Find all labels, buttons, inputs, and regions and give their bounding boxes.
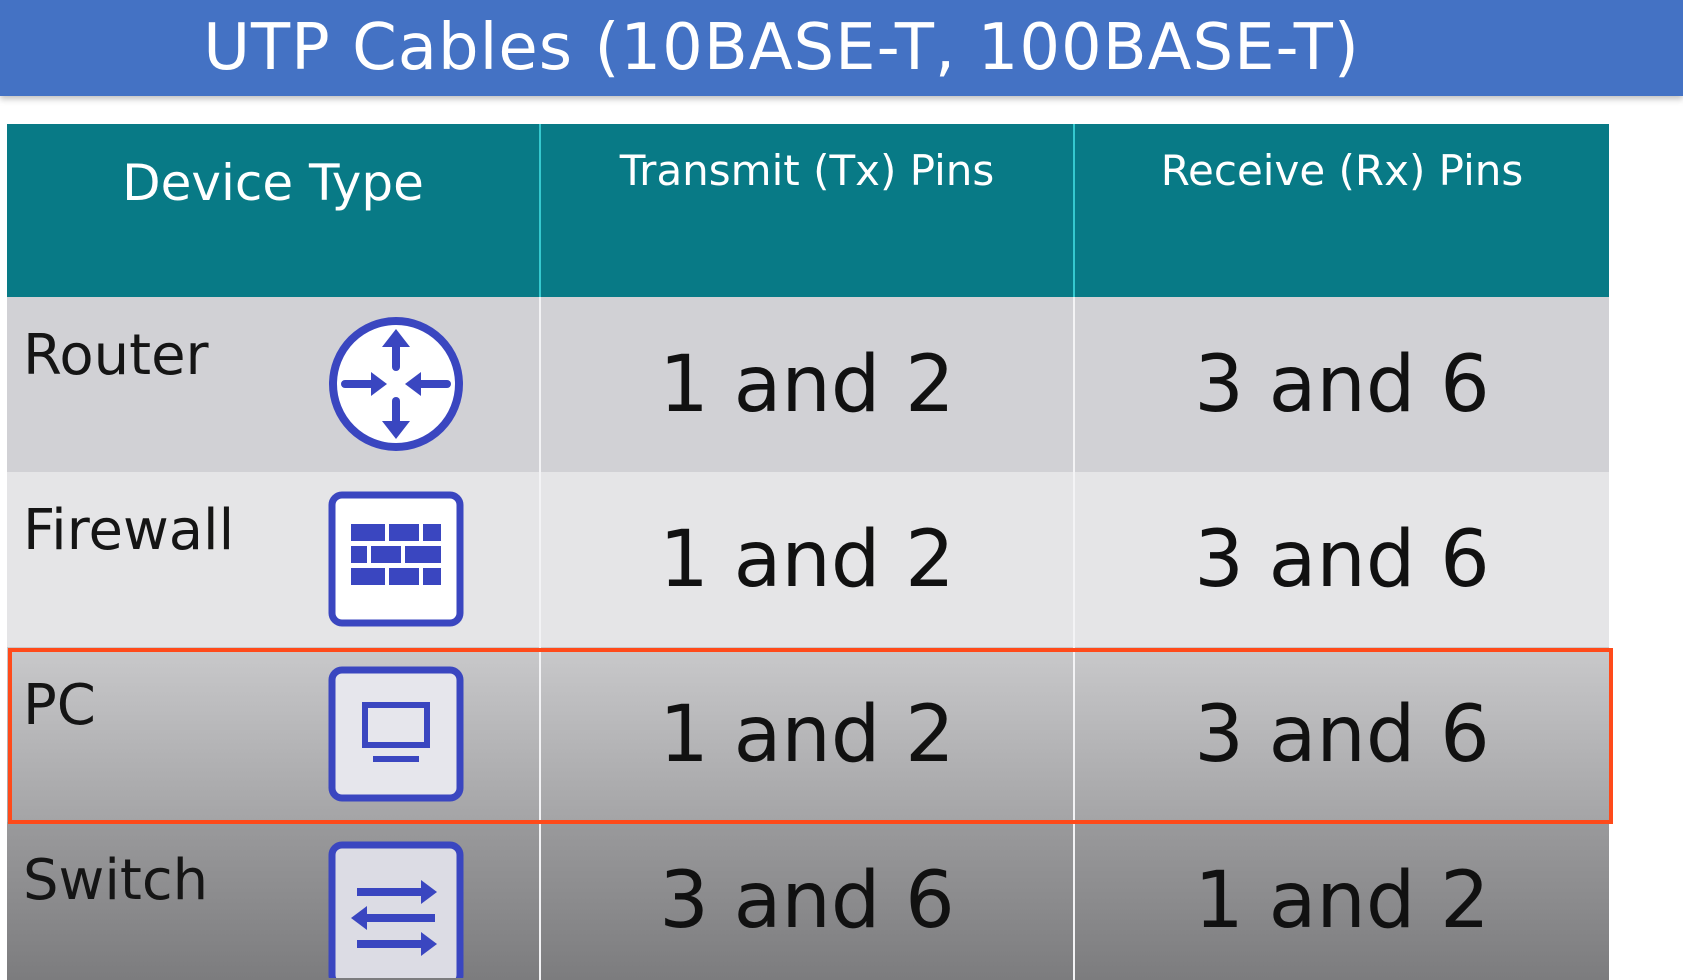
device-label: Router [23,323,209,388]
rx-pins: 3 and 6 [1194,339,1490,430]
table-row-firewall: Firewall 1 and 2 3 and 6 [7,472,1609,647]
header-transmit-pins: Transmit (Tx) Pins [541,124,1075,297]
router-icon [329,317,463,451]
header-device-type: Device Type [7,124,541,297]
tx-pins: 3 and 6 [541,822,1075,980]
table-row-router: Router 1 and 2 3 and 6 [7,297,1609,472]
firewall-icon [328,491,464,627]
device-label: Firewall [23,498,235,563]
table-row-pc: PC 1 and 2 3 and 6 [7,647,1609,822]
slide-title: UTP Cables (10BASE-T, 100BASE-T) [203,11,1360,85]
device-cell: Switch [7,822,541,980]
device-cell: PC [7,647,541,822]
table-row-switch: Switch 3 and 6 1 and 2 [7,822,1609,980]
rx-pins: 1 and 2 [1194,856,1490,946]
pc-icon [328,666,464,802]
tx-pins: 1 and 2 [541,472,1075,647]
device-label: Switch [23,848,209,913]
tx-pins: 1 and 2 [541,647,1075,822]
device-label: PC [23,673,96,738]
table-header: Device Type Transmit (Tx) Pins Receive (… [7,124,1609,297]
rx-pins: 3 and 6 [1194,689,1490,780]
rx-pins: 3 and 6 [1194,514,1490,605]
pin-table: Device Type Transmit (Tx) Pins Receive (… [7,124,1609,980]
device-cell: Router [7,297,541,472]
device-cell: Firewall [7,472,541,647]
header-receive-pins: Receive (Rx) Pins [1160,146,1524,195]
tx-pins: 1 and 2 [541,297,1075,472]
switch-icon [328,841,464,978]
